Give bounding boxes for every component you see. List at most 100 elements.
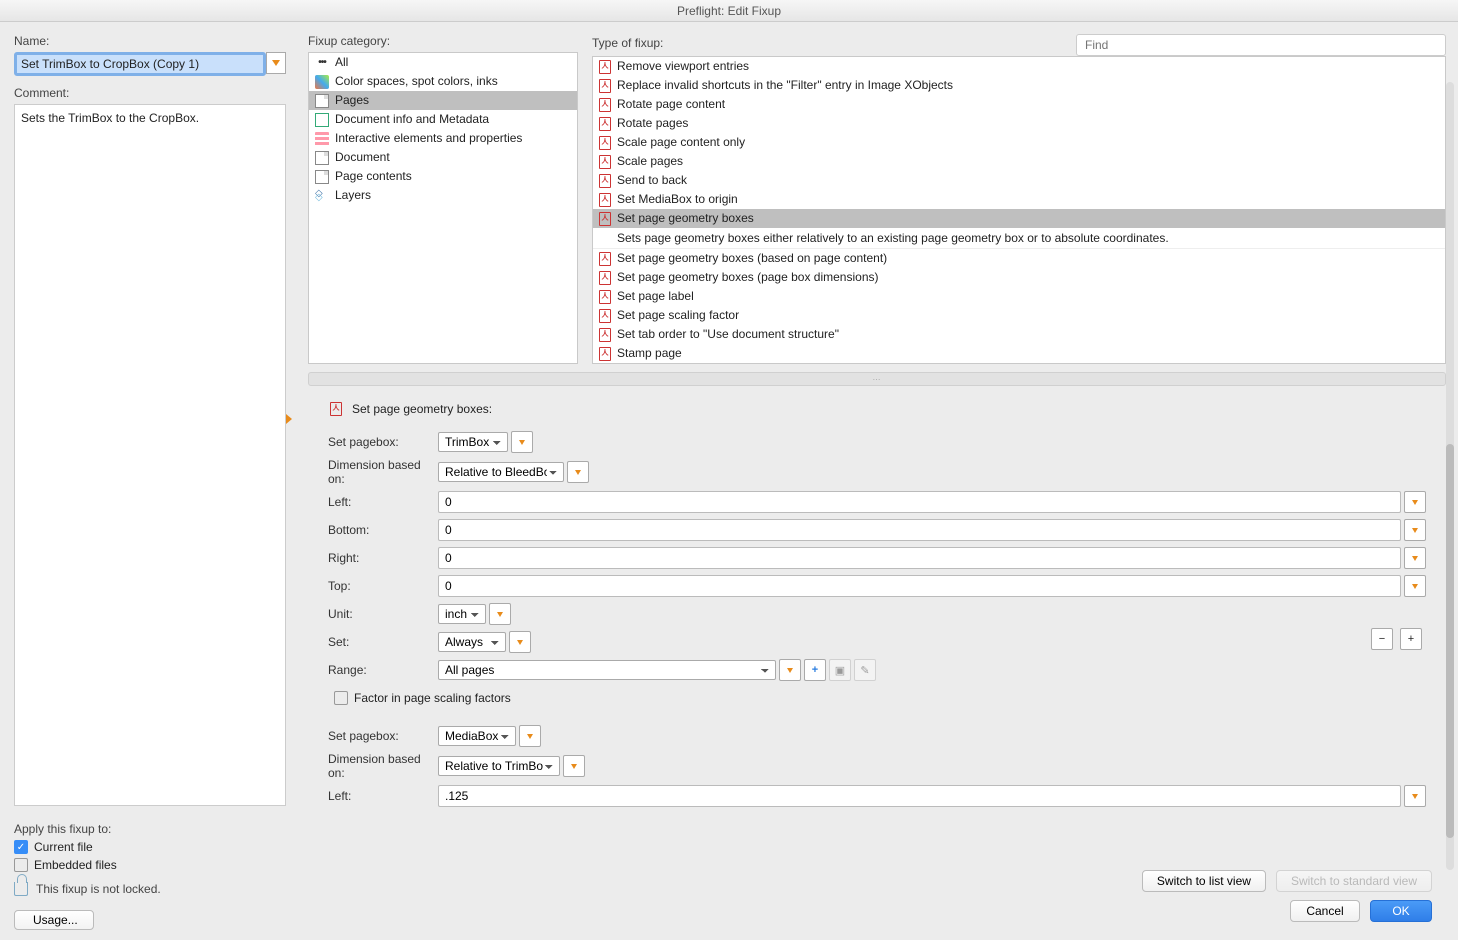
dim-based-label: Dimension based on: (328, 458, 438, 486)
pagebox-dd-2[interactable] (519, 725, 541, 747)
set-dd[interactable] (509, 631, 531, 653)
cancel-button[interactable]: Cancel (1290, 900, 1360, 922)
bottom-dd-1[interactable] (1404, 519, 1426, 541)
factor-checkbox[interactable] (334, 691, 348, 705)
type-item[interactable]: 人Rotate page content (593, 95, 1445, 114)
form-title: Set page geometry boxes: (352, 402, 492, 416)
dim-based-select-1[interactable]: Relative to BleedBox (438, 462, 564, 482)
pdf-icon: 人 (599, 98, 611, 112)
type-item[interactable]: 人Scale page content only (593, 133, 1445, 152)
bottom-bar: Switch to list view Switch to standard v… (308, 862, 1446, 900)
range-add-button[interactable]: + (804, 659, 826, 681)
form-scrollbar[interactable] (1446, 82, 1454, 870)
name-dropdown-button[interactable] (266, 52, 286, 74)
ok-button[interactable]: OK (1370, 900, 1432, 922)
current-file-checkbox[interactable]: ✓ (14, 840, 28, 854)
range-select[interactable]: All pages (438, 660, 776, 680)
dim-based-dd-2[interactable] (563, 755, 585, 777)
type-item[interactable]: 人Scale pages (593, 152, 1445, 171)
right-input-1[interactable] (438, 547, 1401, 569)
left-input-1[interactable] (438, 491, 1401, 513)
grip-icon: ⋯ (873, 375, 882, 384)
type-item[interactable]: 人Set MediaBox to origin (593, 190, 1445, 209)
set-pagebox-select-1[interactable]: TrimBox (438, 432, 508, 452)
right-panel: Fixup category: •••All Color spaces, spo… (300, 22, 1458, 940)
window-titlebar: Preflight: Edit Fixup (0, 0, 1458, 22)
type-item[interactable]: 人Set page geometry boxes (based on page … (593, 249, 1445, 268)
right-dd-1[interactable] (1404, 547, 1426, 569)
range-dd[interactable] (779, 659, 801, 681)
dim-based-select-2[interactable]: Relative to TrimBox (438, 756, 560, 776)
unit-select[interactable]: inch (438, 604, 486, 624)
category-item-pagecontents[interactable]: Page contents (309, 167, 577, 186)
left-dd-1[interactable] (1404, 491, 1426, 513)
type-item[interactable]: 人Remove viewport entries (593, 57, 1445, 76)
pdf-icon: 人 (599, 328, 611, 342)
left-input-2[interactable] (438, 785, 1401, 807)
category-item-document[interactable]: Document (309, 148, 577, 167)
usage-button[interactable]: Usage... (14, 910, 94, 930)
chevron-down-icon (571, 764, 577, 769)
chevron-down-icon (517, 640, 523, 645)
pdf-icon: 人 (599, 155, 611, 169)
category-item-layers[interactable]: Layers (309, 186, 577, 205)
category-item-all[interactable]: •••All (309, 53, 577, 72)
pdf-icon: 人 (330, 402, 342, 416)
document-icon (315, 151, 329, 165)
layers-icon (315, 189, 329, 203)
type-item[interactable]: 人Set tab order to "Use document structur… (593, 325, 1445, 344)
left-label: Left: (328, 495, 438, 509)
name-input[interactable] (14, 52, 266, 76)
colors-icon (315, 75, 329, 89)
unit-dd[interactable] (489, 603, 511, 625)
collapse-icon[interactable] (286, 414, 292, 424)
remove-block-button[interactable]: − (1371, 628, 1393, 650)
type-item[interactable]: 人Set page label (593, 287, 1445, 306)
category-item-pages[interactable]: Pages (309, 91, 577, 110)
find-input[interactable] (1076, 34, 1446, 56)
left-dd-2[interactable] (1404, 785, 1426, 807)
chevron-down-icon (787, 668, 793, 673)
category-label: Fixup category: (308, 34, 578, 48)
category-item-colors[interactable]: Color spaces, spot colors, inks (309, 72, 577, 91)
type-item[interactable]: 人Set page geometry boxes (593, 209, 1445, 228)
type-item[interactable]: 人Unsharp masking of images (593, 363, 1445, 364)
type-item[interactable]: 人Replace invalid shortcuts in the "Filte… (593, 76, 1445, 95)
category-item-interactive[interactable]: Interactive elements and properties (309, 129, 577, 148)
top-dd-1[interactable] (1404, 575, 1426, 597)
dim-based-label-2: Dimension based on: (328, 752, 438, 780)
pagebox-dd-1[interactable] (511, 431, 533, 453)
left-panel: Name: Comment: Sets the TrimBox to the C… (0, 22, 300, 940)
range-edit-button: ✎ (854, 659, 876, 681)
dim-based-dd-1[interactable] (567, 461, 589, 483)
type-list[interactable]: 人Remove viewport entries人Replace invalid… (592, 56, 1446, 364)
unit-label: Unit: (328, 607, 438, 621)
pdf-icon: 人 (599, 79, 611, 93)
chevron-down-icon (519, 440, 525, 445)
horizontal-splitter[interactable]: ⋯ (308, 372, 1446, 386)
type-item[interactable]: 人Send to back (593, 171, 1445, 190)
top-input-1[interactable] (438, 575, 1401, 597)
comment-textarea[interactable]: Sets the TrimBox to the CropBox. (14, 104, 286, 806)
type-item[interactable]: 人Rotate pages (593, 114, 1445, 133)
category-list[interactable]: •••All Color spaces, spot colors, inks P… (308, 52, 578, 364)
type-item[interactable]: 人Stamp page (593, 344, 1445, 363)
type-item[interactable]: 人Set page scaling factor (593, 306, 1445, 325)
lock-icon (14, 882, 28, 896)
bottom-input-1[interactable] (438, 519, 1401, 541)
switch-list-view-button[interactable]: Switch to list view (1142, 870, 1266, 892)
set-select[interactable]: Always (438, 632, 506, 652)
set-pagebox-select-2[interactable]: MediaBox (438, 726, 516, 746)
bottom-label: Bottom: (328, 523, 438, 537)
pdf-icon: 人 (599, 271, 611, 285)
add-block-button[interactable]: + (1400, 628, 1422, 650)
embedded-files-checkbox[interactable] (14, 858, 28, 872)
pdf-icon: 人 (599, 60, 611, 74)
embedded-files-label: Embedded files (34, 858, 117, 872)
set-pagebox-label-2: Set pagebox: (328, 729, 438, 743)
chevron-down-icon (272, 60, 280, 66)
pdf-icon: 人 (599, 252, 611, 266)
top-label: Top: (328, 579, 438, 593)
type-item[interactable]: 人Set page geometry boxes (page box dimen… (593, 268, 1445, 287)
category-item-metadata[interactable]: Document info and Metadata (309, 110, 577, 129)
